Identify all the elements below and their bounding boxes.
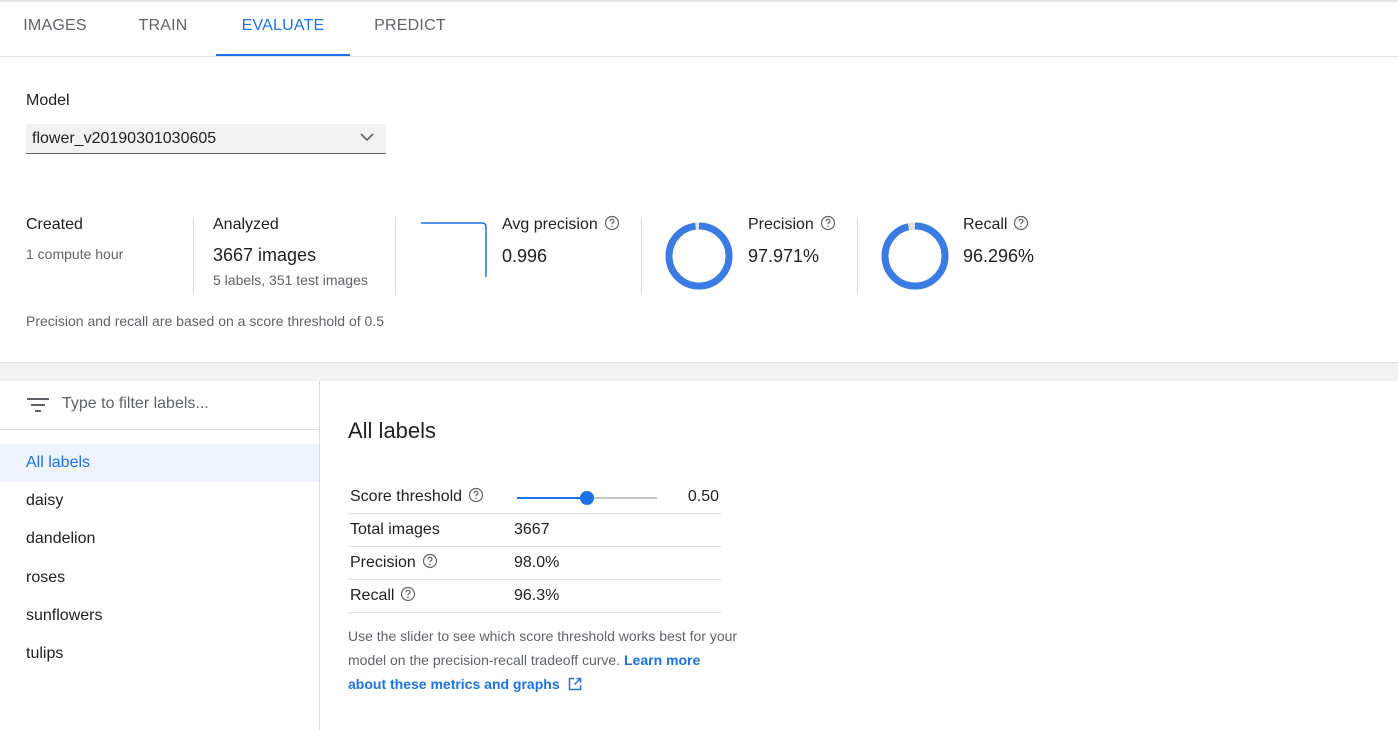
- score-threshold-row: Score threshold 0.50: [348, 481, 721, 514]
- precision-recall-curve-thumbnail: [421, 222, 487, 277]
- label-list-panel: All labels daisy dandelion roses sunflow…: [0, 381, 320, 730]
- score-threshold-slider[interactable]: [517, 491, 657, 505]
- label-item-sunflowers[interactable]: sunflowers: [0, 597, 319, 635]
- total-images-row: Total images 3667: [348, 514, 721, 547]
- recall-row-value: 96.3%: [514, 587, 560, 604]
- label-filter: [0, 381, 319, 430]
- total-images-label: Total images: [350, 521, 440, 538]
- label-item-roses[interactable]: roses: [0, 559, 319, 597]
- model-select-value: flower_v20190301030605: [32, 130, 217, 147]
- avg-precision-value: 0.996: [502, 246, 548, 266]
- chevron-down-icon: [360, 133, 374, 142]
- threshold-note: Precision and recall are based on a scor…: [26, 313, 384, 329]
- avg-precision-title-text: Avg precision: [502, 216, 598, 233]
- score-threshold-label-text: Score threshold: [350, 488, 463, 505]
- help-icon[interactable]: [604, 215, 620, 231]
- help-icon[interactable]: [400, 586, 416, 602]
- open-in-new-icon: [568, 677, 581, 691]
- stats-divider: [193, 217, 194, 295]
- filter-icon: [27, 398, 49, 412]
- analyzed-title: Analyzed: [213, 216, 279, 233]
- model-label: Model: [26, 92, 70, 109]
- label-item-daisy[interactable]: daisy: [0, 482, 319, 520]
- tab-predict[interactable]: PREDICT: [350, 2, 470, 56]
- precision-title-text: Precision: [748, 216, 814, 233]
- created-value: 1 compute hour: [26, 246, 124, 262]
- analyzed-value: 3667 images: [213, 245, 317, 265]
- precision-label-text: Precision: [350, 554, 416, 571]
- label-item-dandelion[interactable]: dandelion: [0, 520, 319, 558]
- precision-title: Precision: [748, 216, 836, 234]
- model-select[interactable]: flower_v20190301030605: [26, 124, 386, 154]
- recall-title: Recall: [963, 216, 1029, 234]
- tab-bar: IMAGES TRAIN EVALUATE PREDICT: [0, 2, 1398, 57]
- label-item-all[interactable]: All labels: [0, 444, 319, 482]
- tab-images[interactable]: IMAGES: [0, 2, 110, 56]
- help-icon[interactable]: [468, 487, 484, 503]
- ring-value: [881, 222, 949, 290]
- label-filter-input[interactable]: [62, 395, 302, 413]
- created-title: Created: [26, 216, 83, 233]
- stats-divider: [395, 217, 396, 295]
- total-images-value: 3667: [514, 521, 550, 538]
- recall-label-text: Recall: [350, 587, 395, 604]
- recall-value: 96.296%: [963, 246, 1035, 266]
- slider-help-text: Use the slider to see which score thresh…: [348, 624, 738, 696]
- stats-divider: [641, 217, 642, 295]
- recall-title-text: Recall: [963, 216, 1008, 233]
- avg-precision-title: Avg precision: [502, 216, 620, 234]
- precision-value: 97.971%: [748, 246, 820, 266]
- help-icon[interactable]: [820, 215, 836, 231]
- score-threshold-value: 0.50: [687, 488, 719, 505]
- ring-value: [665, 222, 733, 290]
- slider-thumb[interactable]: [580, 491, 594, 505]
- section-separator: [0, 362, 1398, 381]
- score-threshold-label: Score threshold: [350, 488, 484, 506]
- precision-label: Precision: [350, 554, 438, 572]
- slider-fill: [517, 497, 587, 499]
- precision-ring-chart: [665, 222, 733, 290]
- help-icon[interactable]: [1013, 215, 1029, 231]
- analyzed-sub: 5 labels, 351 test images: [213, 272, 368, 288]
- recall-row: Recall 96.3%: [348, 580, 721, 613]
- precision-row-value: 98.0%: [514, 554, 560, 571]
- detail-title: All labels: [348, 418, 437, 443]
- tab-train[interactable]: TRAIN: [110, 2, 216, 56]
- recall-label: Recall: [350, 587, 416, 605]
- stats-divider: [857, 217, 858, 295]
- help-icon[interactable]: [422, 553, 438, 569]
- label-item-tulips[interactable]: tulips: [0, 635, 319, 673]
- recall-ring-chart: [881, 222, 949, 290]
- precision-row: Precision 98.0%: [348, 547, 721, 580]
- tab-evaluate[interactable]: EVALUATE: [216, 2, 350, 56]
